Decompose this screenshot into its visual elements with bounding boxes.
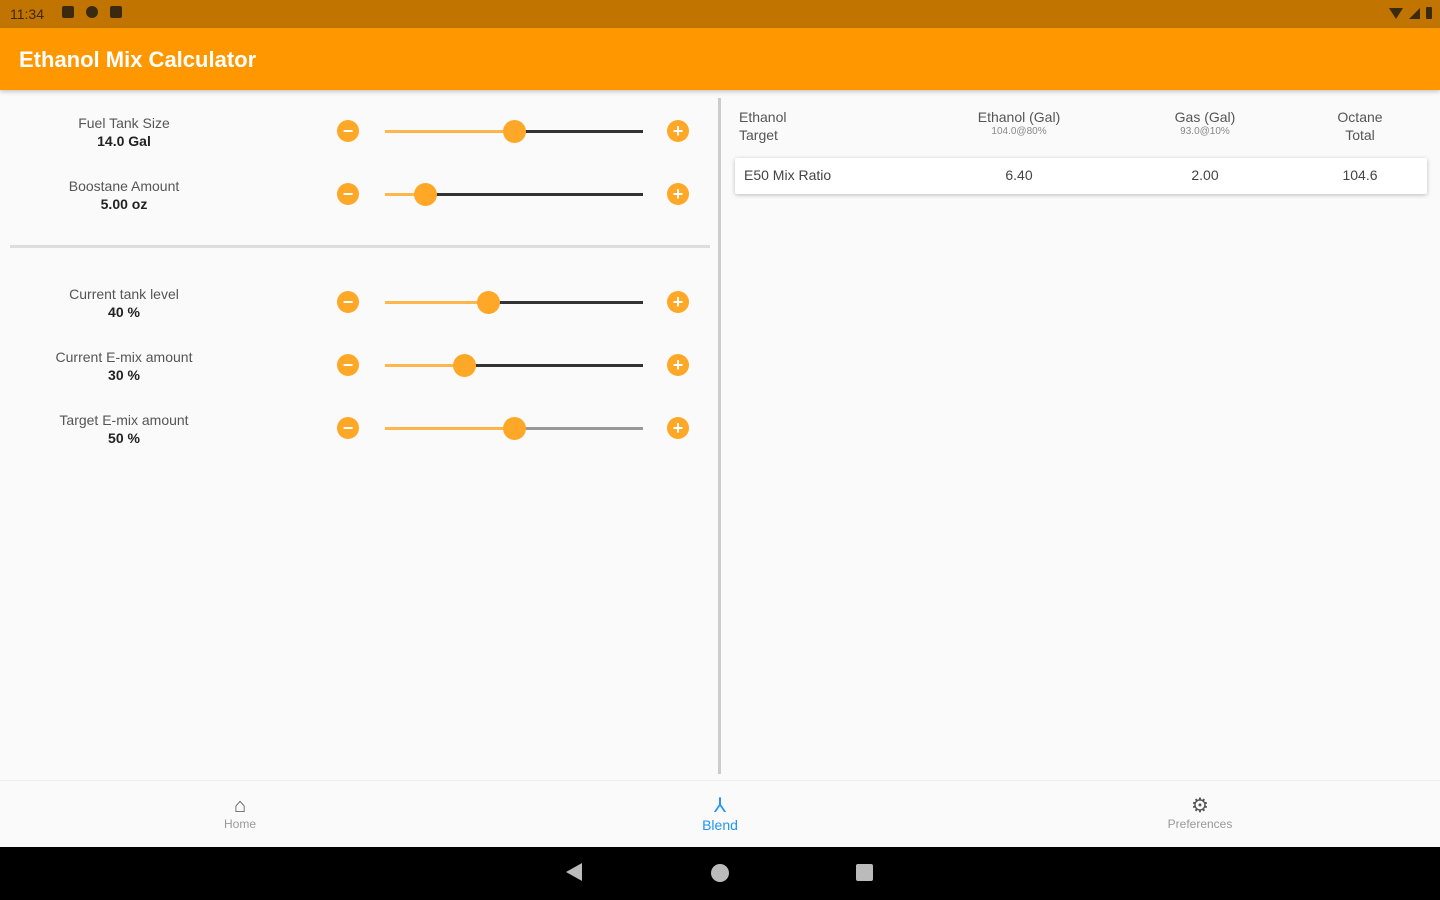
wifi-icon xyxy=(1389,7,1403,19)
target-emix-amount-slider[interactable] xyxy=(385,417,643,440)
blend-icon: ⅄ xyxy=(713,795,727,817)
increment-button[interactable]: + xyxy=(667,120,689,142)
header-gas-gal: Gas (Gal) 93.0@10% xyxy=(1174,109,1236,137)
boostane-amount-label: Boostane Amount 5.00 oz xyxy=(24,177,224,213)
status-system-icons xyxy=(1389,7,1432,19)
battery-icon xyxy=(1426,7,1432,19)
target-emix-amount-label: Target E-mix amount 50 % xyxy=(24,411,224,447)
current-emix-amount-row: Current E-mix amount 30 % − + xyxy=(0,346,720,396)
header-ethanol-target: Ethanol Target xyxy=(739,109,787,143)
slider-value: 50 % xyxy=(108,430,140,446)
header-ethanol-gal: Ethanol (Gal) 104.0@80% xyxy=(977,109,1061,137)
decrement-button[interactable]: − xyxy=(337,183,359,205)
signal-icon xyxy=(1409,7,1420,19)
slider-value: 30 % xyxy=(108,367,140,383)
decrement-button[interactable]: − xyxy=(337,291,359,313)
header-octane-total: Octane Total xyxy=(1337,109,1383,143)
increment-button[interactable]: + xyxy=(667,291,689,313)
section-divider xyxy=(10,245,710,248)
results-pane: Ethanol Target Ethanol (Gal) 104.0@80% G… xyxy=(722,90,1440,780)
current-emix-amount-label: Current E-mix amount 30 % xyxy=(24,348,224,384)
fuel-tank-size-row: Fuel Tank Size 14.0 Gal − + xyxy=(0,112,720,162)
status-notification-icons xyxy=(62,6,122,18)
notification-icon xyxy=(62,6,74,18)
row-gas-value: 2.00 xyxy=(1191,167,1219,183)
slider-fill xyxy=(385,364,464,367)
app-bar: Ethanol Mix Calculator xyxy=(0,28,1440,90)
slider-fill xyxy=(385,301,489,304)
status-bar: 11:34 xyxy=(0,0,1440,28)
results-table-header: Ethanol Target Ethanol (Gal) 104.0@80% G… xyxy=(722,108,1440,148)
slider-thumb[interactable] xyxy=(503,417,526,440)
slider-thumb[interactable] xyxy=(503,120,526,143)
slider-thumb[interactable] xyxy=(452,354,476,377)
boostane-amount-slider[interactable] xyxy=(385,183,643,206)
row-ethanol-value: 6.40 xyxy=(1005,167,1033,183)
recents-icon[interactable] xyxy=(856,864,873,881)
back-icon[interactable] xyxy=(566,863,582,881)
decrement-button[interactable]: − xyxy=(337,354,359,376)
nav-blend[interactable]: ⅄ Blend xyxy=(640,795,800,833)
boostane-amount-row: Boostane Amount 5.00 oz − + xyxy=(0,175,720,225)
home-button-icon[interactable] xyxy=(711,864,729,882)
decrement-button[interactable]: − xyxy=(337,417,359,439)
slider-value: 40 % xyxy=(108,304,140,320)
target-emix-amount-row: Target E-mix amount 50 % − + xyxy=(0,409,720,459)
row-octane-value: 104.6 xyxy=(1342,167,1378,183)
row-label: E50 Mix Ratio xyxy=(744,167,832,183)
fuel-tank-size-label: Fuel Tank Size 14.0 Gal xyxy=(24,114,224,150)
current-tank-level-label: Current tank level 40 % xyxy=(24,285,224,321)
current-tank-level-slider[interactable] xyxy=(385,291,643,314)
app-title: Ethanol Mix Calculator xyxy=(19,47,257,72)
slider-name: Boostane Amount xyxy=(68,178,180,194)
slider-value: 14.0 Gal xyxy=(97,133,151,149)
slider-thumb[interactable] xyxy=(477,291,501,314)
fuel-tank-size-slider[interactable] xyxy=(385,120,643,143)
notification-icon xyxy=(86,6,98,18)
bottom-navigation: ⌂ Home ⅄ Blend ⚙ Preferences xyxy=(0,780,1440,848)
nav-preferences[interactable]: ⚙ Preferences xyxy=(1120,795,1280,831)
slider-thumb[interactable] xyxy=(413,183,437,206)
current-tank-level-row: Current tank level 40 % − + xyxy=(0,283,720,333)
sd-card-icon xyxy=(110,6,122,18)
slider-value: 5.00 oz xyxy=(100,196,148,212)
nav-label: Home xyxy=(223,817,256,831)
slider-fill xyxy=(385,130,514,133)
inputs-pane: Fuel Tank Size 14.0 Gal − + Boostane Amo… xyxy=(0,90,720,780)
increment-button[interactable]: + xyxy=(667,354,689,376)
increment-button[interactable]: + xyxy=(667,183,689,205)
slider-name: Fuel Tank Size xyxy=(78,115,170,131)
slider-name: Current tank level xyxy=(69,286,179,302)
pane-separator xyxy=(718,98,721,774)
decrement-button[interactable]: − xyxy=(337,120,359,142)
increment-button[interactable]: + xyxy=(667,417,689,439)
table-row[interactable]: E50 Mix Ratio 6.40 2.00 104.6 xyxy=(735,158,1427,194)
gear-icon: ⚙ xyxy=(1191,795,1209,817)
slider-fill xyxy=(385,427,514,430)
slider-name: Target E-mix amount xyxy=(59,412,189,428)
slider-name: Current E-mix amount xyxy=(55,349,193,365)
nav-label: Blend xyxy=(702,817,738,833)
system-navigation-bar xyxy=(0,847,1440,900)
home-icon: ⌂ xyxy=(233,795,247,817)
nav-label: Preferences xyxy=(1167,817,1233,831)
nav-home[interactable]: ⌂ Home xyxy=(160,795,320,831)
status-time: 11:34 xyxy=(10,6,44,22)
current-emix-amount-slider[interactable] xyxy=(385,354,643,377)
